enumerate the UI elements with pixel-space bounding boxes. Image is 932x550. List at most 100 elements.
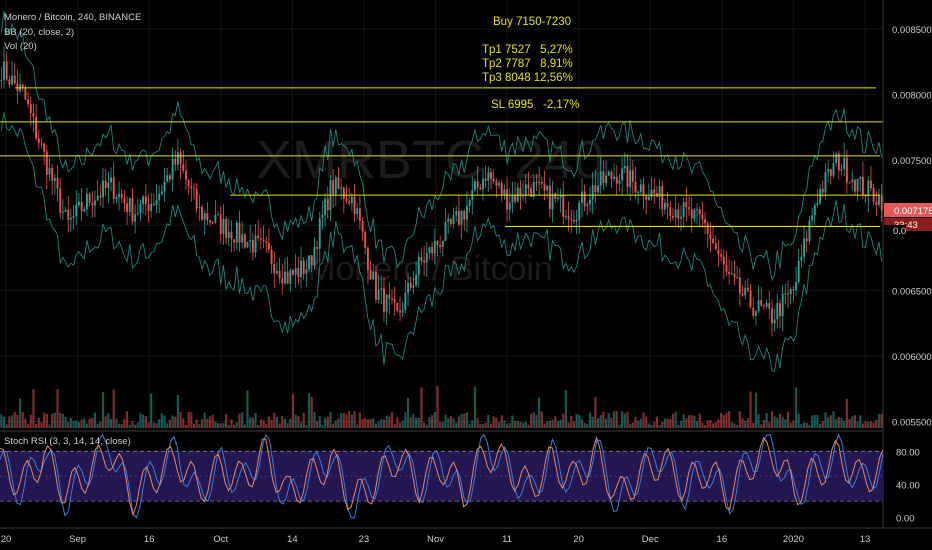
volume-bar bbox=[548, 420, 551, 428]
candle-body bbox=[851, 179, 854, 183]
volume-bar bbox=[160, 413, 163, 428]
candle-body bbox=[281, 278, 284, 284]
candle-body bbox=[94, 200, 96, 206]
candle-body bbox=[211, 222, 214, 224]
candle-body bbox=[120, 193, 123, 199]
candle-body bbox=[292, 270, 294, 275]
volume-bar bbox=[356, 424, 359, 428]
candle-body bbox=[666, 203, 669, 207]
candle-body bbox=[685, 202, 688, 208]
candle-body bbox=[720, 254, 723, 257]
volume-bar bbox=[428, 416, 431, 428]
volume-bar bbox=[382, 419, 386, 428]
volume-bar bbox=[59, 412, 62, 428]
volume-bar bbox=[447, 418, 450, 428]
volume-bar bbox=[487, 414, 490, 428]
volume-bar bbox=[457, 416, 460, 428]
chart-canvas[interactable]: XMRBTC, 240 Monero / Bitcoin Buy 7150-72… bbox=[0, 0, 932, 550]
candle-body bbox=[803, 238, 806, 257]
candle-body bbox=[554, 193, 557, 199]
stoch-rsi-tick-label: 80.00 bbox=[896, 447, 920, 458]
candle-body bbox=[607, 171, 610, 176]
candle-body bbox=[80, 201, 83, 212]
volume-bar bbox=[671, 413, 675, 428]
candle-body bbox=[134, 214, 137, 222]
volume-bar bbox=[586, 423, 589, 428]
volume-bar bbox=[669, 418, 672, 428]
volume-bar bbox=[765, 413, 768, 428]
volume-bar bbox=[13, 412, 16, 428]
volume-bar bbox=[372, 418, 375, 428]
volume-bar bbox=[112, 389, 115, 428]
candle-body bbox=[99, 195, 102, 198]
volume-bar bbox=[554, 416, 557, 428]
volume-bar bbox=[610, 417, 613, 428]
volume-bar bbox=[813, 414, 816, 428]
candle-body bbox=[819, 188, 822, 204]
volume-bar bbox=[168, 419, 171, 428]
volume-bar bbox=[27, 424, 30, 428]
volume-bar bbox=[385, 415, 388, 428]
volume-bar bbox=[262, 420, 265, 428]
last-price-value: 0.007175 bbox=[894, 206, 932, 217]
volume-bar bbox=[757, 414, 760, 428]
symbol-title[interactable]: Monero / Bitcoin, 240, BINANCE bbox=[4, 12, 141, 23]
volume-bar bbox=[455, 422, 458, 428]
volume-bar bbox=[238, 413, 241, 428]
candle-body bbox=[187, 179, 190, 187]
candle-body bbox=[856, 178, 859, 192]
candle-body bbox=[35, 116, 38, 139]
candle-body bbox=[388, 294, 391, 299]
candle-body bbox=[201, 207, 203, 220]
time-axis-ticks[interactable]: 20 Sep 16 Oct 14 23 Nov 11 20 Dec 16 2020 13 bbox=[1, 534, 871, 545]
volume-bar bbox=[142, 414, 145, 428]
volume-bar bbox=[481, 424, 485, 428]
watermark-name: Monero / Bitcoin bbox=[307, 250, 553, 288]
volume-bar bbox=[128, 424, 131, 428]
candle-body bbox=[37, 138, 40, 144]
volume-bar bbox=[596, 418, 600, 428]
volume-bar bbox=[816, 414, 819, 428]
volume-bar bbox=[449, 416, 452, 428]
candle-body bbox=[722, 256, 725, 265]
volume-bar bbox=[856, 421, 859, 428]
candle-body bbox=[599, 171, 602, 186]
time-tick-label: 11 bbox=[502, 534, 512, 545]
volume-bar bbox=[230, 419, 233, 428]
candle-body bbox=[300, 260, 302, 278]
volume-bar bbox=[546, 421, 549, 428]
candle-body bbox=[730, 273, 733, 275]
bollinger-bands bbox=[0, 10, 883, 372]
candle-body bbox=[597, 185, 599, 193]
volume-bar bbox=[326, 416, 329, 428]
candle-body bbox=[326, 198, 329, 211]
candle-body bbox=[206, 213, 209, 221]
candle-body bbox=[551, 193, 554, 210]
candle-body bbox=[198, 207, 201, 209]
volume-bar bbox=[334, 420, 337, 428]
volume-bar bbox=[431, 415, 434, 428]
bb-indicator-label[interactable]: BB (20, close, 2) bbox=[4, 27, 74, 38]
candle-body bbox=[567, 216, 570, 220]
volume-bar bbox=[176, 394, 180, 428]
volume-bar bbox=[286, 423, 289, 428]
volume-bar bbox=[329, 411, 332, 428]
volume-bar bbox=[380, 419, 383, 428]
candle-body bbox=[179, 152, 182, 165]
volume-bar bbox=[64, 416, 67, 428]
volume-bar bbox=[532, 412, 535, 428]
volume-bar bbox=[522, 422, 525, 428]
candle-body bbox=[690, 209, 693, 219]
volume-bar bbox=[307, 393, 311, 428]
volume-bar bbox=[85, 423, 89, 428]
watermark-symbol: XMRBTC, 240 bbox=[256, 130, 604, 190]
vol-indicator-label[interactable]: Vol (20) bbox=[4, 41, 37, 52]
candle-body bbox=[586, 204, 589, 207]
volume-bar bbox=[653, 421, 656, 428]
candle-body bbox=[647, 196, 650, 200]
candle-body bbox=[784, 293, 787, 295]
stoch-rsi-label[interactable]: Stoch RSI (3, 3, 14, 14, close) bbox=[4, 436, 131, 447]
candle-body bbox=[369, 270, 372, 280]
candle-body bbox=[182, 164, 185, 171]
candle-body bbox=[219, 214, 222, 234]
